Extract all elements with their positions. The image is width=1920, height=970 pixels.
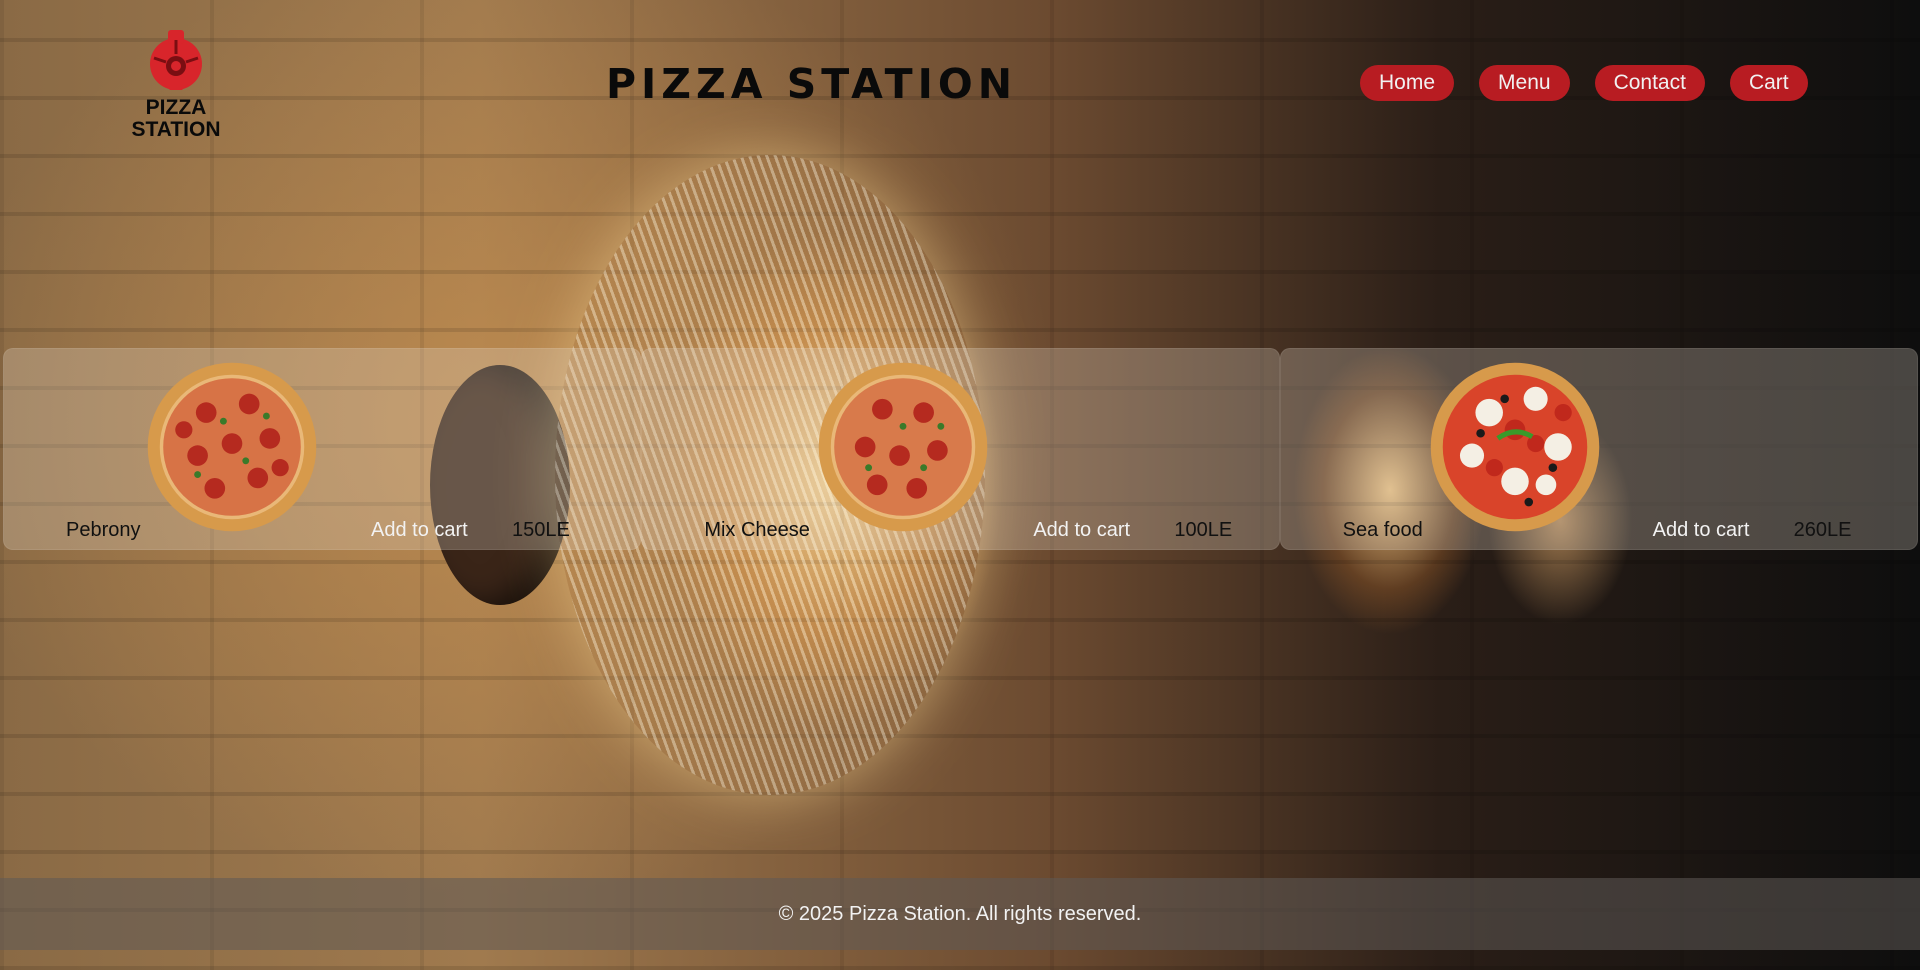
- pepperoni-pizza-image: [147, 362, 317, 532]
- menu-item-name: Pebrony: [66, 519, 141, 541]
- menu-card-sea-food: Sea food Add to cart 260LE: [1279, 348, 1918, 550]
- page-title: PIZZA STATION: [606, 60, 1018, 108]
- menu-item-name: Sea food: [1342, 519, 1423, 541]
- logo[interactable]: PIZZA STATION: [128, 28, 224, 141]
- add-to-cart-button[interactable]: Add to cart: [1653, 519, 1750, 542]
- site-header: PIZZA STATION PIZZA STATION Home Menu Co…: [0, 0, 1920, 150]
- mix-cheese-pizza-image: [819, 362, 988, 532]
- main-nav: Home Menu Contact Cart: [1360, 65, 1808, 101]
- menu-item-price: 150LE: [512, 519, 570, 541]
- pizza-station-logo-icon: [150, 30, 202, 90]
- menu-item-price: 100LE: [1174, 519, 1233, 541]
- sea-food-pizza-image: [1430, 362, 1599, 532]
- menu-card-mix-cheese: Mix Cheese Add to cart 100LE: [641, 348, 1280, 550]
- add-to-cart-button[interactable]: Add to cart: [371, 519, 468, 542]
- menu-item-name: Mix Cheese: [704, 519, 810, 541]
- logo-text-line1: PIZZA: [145, 96, 207, 119]
- logo-text-line2: STATION: [131, 118, 221, 141]
- menu-item-price: 260LE: [1793, 519, 1852, 541]
- copyright-text: © 2025 Pizza Station. All rights reserve…: [778, 903, 1142, 925]
- site-footer: © 2025 Pizza Station. All rights reserve…: [0, 878, 1920, 950]
- menu-list: Pebrony Add to cart 150LE Mix Cheese Add…: [3, 348, 1918, 550]
- nav-home-button[interactable]: Home: [1360, 65, 1455, 101]
- nav-cart-button[interactable]: Cart: [1729, 65, 1808, 101]
- nav-contact-button[interactable]: Contact: [1594, 65, 1705, 101]
- add-to-cart-button[interactable]: Add to cart: [1033, 519, 1130, 542]
- menu-card-pebrony: Pebrony Add to cart 150LE: [3, 348, 642, 550]
- nav-menu-button[interactable]: Menu: [1479, 65, 1570, 101]
